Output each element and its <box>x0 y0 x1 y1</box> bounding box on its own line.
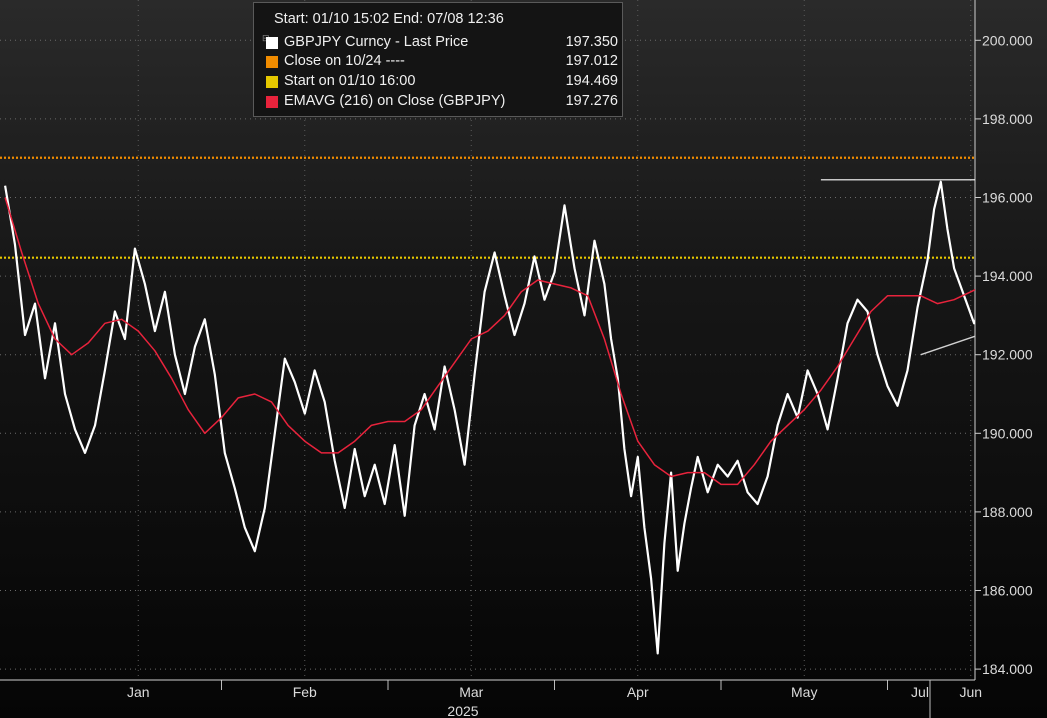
x-tick-label: Jul <box>911 684 929 700</box>
legend-value-last-price: 197.350 <box>565 34 618 50</box>
x-tick-label: Feb <box>293 684 317 700</box>
legend-item-start: Start on 01/10 16:00 194.469 <box>263 73 618 91</box>
legend-swatch-last-price <box>266 37 278 49</box>
legend-item-emavg: EMAVG (216) on Close (GBPJPY) 197.276 <box>263 93 618 111</box>
legend-item-close: Close on 10/24 ---- 197.012 <box>263 53 618 71</box>
x-tick-label: Jun <box>959 684 982 700</box>
y-tick-label: 192.000 <box>982 347 1033 363</box>
y-tick-label: 186.000 <box>982 583 1033 599</box>
y-tick-label: 196.000 <box>982 190 1033 206</box>
legend-swatch-emavg <box>266 96 278 108</box>
y-tick-label: 190.000 <box>982 425 1033 441</box>
chart-legend: Start: 01/10 15:02 End: 07/08 12:36 ⊟ GB… <box>253 2 623 117</box>
legend-value-close: 197.012 <box>565 53 618 69</box>
x-tick-label: Mar <box>459 684 483 700</box>
x-tick-label: May <box>791 684 817 700</box>
y-tick-label: 184.000 <box>982 661 1033 677</box>
y-tick-label: 198.000 <box>982 111 1033 127</box>
legend-header: Start: 01/10 15:02 End: 07/08 12:36 <box>274 11 504 27</box>
y-tick-label: 200.000 <box>982 32 1033 48</box>
legend-label-emavg: EMAVG (216) on Close (GBPJPY) <box>284 93 506 109</box>
x-tick-label: Apr <box>627 684 649 700</box>
price-line <box>4 180 975 655</box>
legend-item-last-price: ⊟ GBPJPY Curncy - Last Price 197.350 <box>262 33 618 52</box>
y-tick-label: 188.000 <box>982 504 1033 520</box>
legend-swatch-start <box>266 76 278 88</box>
legend-label-last-price: GBPJPY Curncy - Last Price <box>284 34 469 50</box>
legend-value-start: 194.469 <box>565 73 618 89</box>
legend-value-emavg: 197.276 <box>565 93 618 109</box>
legend-swatch-close <box>266 56 278 68</box>
legend-label-close: Close on 10/24 ---- <box>284 53 405 69</box>
y-tick-label: 194.000 <box>982 268 1033 284</box>
x-tick-label: Jan <box>127 684 150 700</box>
legend-label-start: Start on 01/10 16:00 <box>284 73 416 89</box>
x-axis-year-label: 2025 <box>447 703 478 718</box>
